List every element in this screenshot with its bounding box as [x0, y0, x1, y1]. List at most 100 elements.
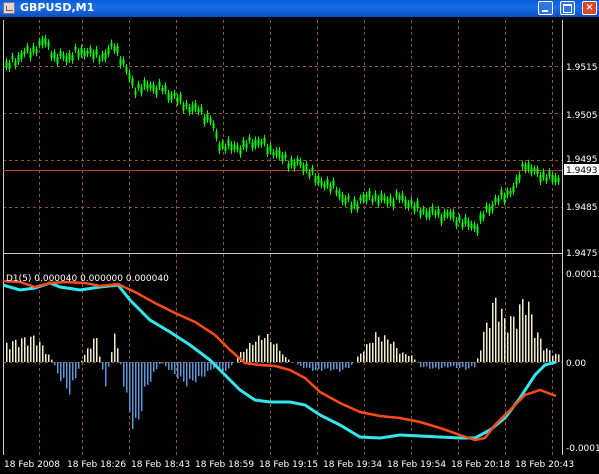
histogram-bar-up: [489, 328, 491, 362]
time-label: 18 Feb 2008: [4, 460, 60, 470]
candle-body: [149, 84, 152, 89]
histogram-bar-up: [372, 342, 374, 362]
histogram-bar-down: [108, 362, 110, 367]
candle-body: [455, 219, 458, 227]
histogram-bar-down: [306, 362, 308, 368]
histogram-bar-up: [267, 334, 269, 362]
histogram-bar-down: [348, 362, 350, 368]
candle-body: [35, 49, 38, 54]
histogram-bar-down: [339, 362, 341, 372]
time-label: 18 Feb 19:15: [259, 460, 318, 470]
histogram-bar-up: [270, 342, 272, 362]
histogram-bar-up: [48, 354, 50, 362]
histogram-bar-down: [447, 362, 449, 368]
candle-body: [362, 194, 365, 201]
candle-body: [245, 143, 248, 149]
histogram-bar-down: [453, 362, 455, 366]
candle-body: [485, 205, 488, 210]
candle-body: [278, 150, 281, 158]
chart-canvas[interactable]: 1.9515 1.9505 1.9495 1.9485 1.9475 1.949…: [0, 17, 599, 470]
histogram-bar-down: [159, 362, 161, 364]
histogram-bar-up: [558, 354, 560, 362]
histogram-bar-up: [378, 337, 380, 362]
indicator-tick: 0.00: [566, 359, 586, 369]
candle-body: [542, 171, 545, 178]
histogram-bar-up: [540, 338, 542, 362]
histogram-bar-down: [165, 362, 167, 367]
histogram-bar-up: [39, 341, 41, 362]
candle-body: [32, 45, 35, 53]
candle-body: [530, 167, 533, 174]
maximize-button[interactable]: [560, 1, 575, 15]
candle-body: [296, 158, 299, 163]
candle-body: [509, 190, 512, 195]
histogram-bar-up: [531, 314, 533, 362]
histogram-bar-down: [78, 362, 80, 369]
candle-body: [236, 145, 239, 150]
histogram-bar-up: [552, 355, 554, 362]
histogram-bar-down: [336, 362, 338, 370]
candle-body: [113, 45, 116, 52]
histogram-bar-down: [129, 362, 131, 412]
histogram-bar-up: [414, 359, 416, 362]
histogram-bar-up: [405, 354, 407, 362]
histogram-bar-down: [303, 362, 305, 368]
candle-body: [83, 50, 86, 57]
candle-body: [176, 97, 179, 103]
candle-body: [308, 171, 311, 177]
histogram-bar-up: [93, 338, 95, 362]
window-title: GBPUSD,M1: [20, 1, 95, 14]
minimize-button[interactable]: [538, 1, 553, 15]
chart-area[interactable]: 1.9515 1.9505 1.9495 1.9485 1.9475 1.949…: [0, 17, 599, 470]
candle-body: [56, 56, 59, 64]
candle-body: [431, 206, 434, 213]
histogram-bar-down: [150, 362, 152, 382]
candle-body: [137, 83, 140, 89]
histogram-bar-up: [90, 348, 92, 362]
candle-body: [89, 47, 92, 54]
candle-body: [5, 60, 8, 68]
histogram-bar-down: [198, 362, 200, 377]
candle-body: [104, 52, 107, 60]
candle-body: [512, 185, 515, 192]
histogram-bar-up: [360, 353, 362, 362]
histogram-bar-up: [264, 338, 266, 362]
histogram-bar-up: [111, 352, 113, 362]
candle-body: [518, 174, 521, 181]
candle-body: [173, 92, 176, 96]
histogram-bar-down: [324, 362, 326, 369]
histogram-bar-down: [162, 362, 164, 364]
histogram-bar-down: [225, 362, 227, 372]
candle-body: [209, 118, 212, 123]
close-button[interactable]: ×: [582, 1, 597, 15]
window-titlebar[interactable]: GBPUSD,M1 ×: [0, 0, 599, 17]
histogram-bar-down: [426, 362, 428, 367]
histogram-bar-down: [144, 362, 146, 387]
histogram-bar-up: [27, 345, 29, 362]
histogram-bar-up: [117, 348, 119, 362]
candle-body: [251, 142, 254, 149]
candle-body: [260, 141, 263, 145]
histogram-bar-down: [429, 362, 431, 369]
candle-body: [194, 103, 197, 110]
histogram-bar-up: [369, 343, 371, 362]
candle-body: [239, 148, 242, 155]
candle-body: [386, 199, 389, 205]
histogram-bar-down: [309, 362, 311, 369]
current-price-label: 1.9493: [566, 166, 598, 176]
candle-body: [206, 113, 209, 120]
candle-body: [257, 139, 260, 146]
histogram-bar-down: [315, 362, 317, 371]
histogram-bar-up: [387, 339, 389, 362]
histogram-bar-up: [6, 342, 8, 362]
candle-body: [392, 200, 395, 208]
candle-body: [116, 46, 119, 54]
histogram-bar-down: [327, 362, 329, 369]
histogram-bar-up: [252, 344, 254, 362]
candle-body: [197, 108, 200, 113]
candle-body: [200, 107, 203, 113]
candle-body: [290, 158, 293, 166]
candle-body: [92, 52, 95, 60]
candle-body: [395, 191, 398, 197]
histogram-bar-down: [351, 362, 353, 365]
